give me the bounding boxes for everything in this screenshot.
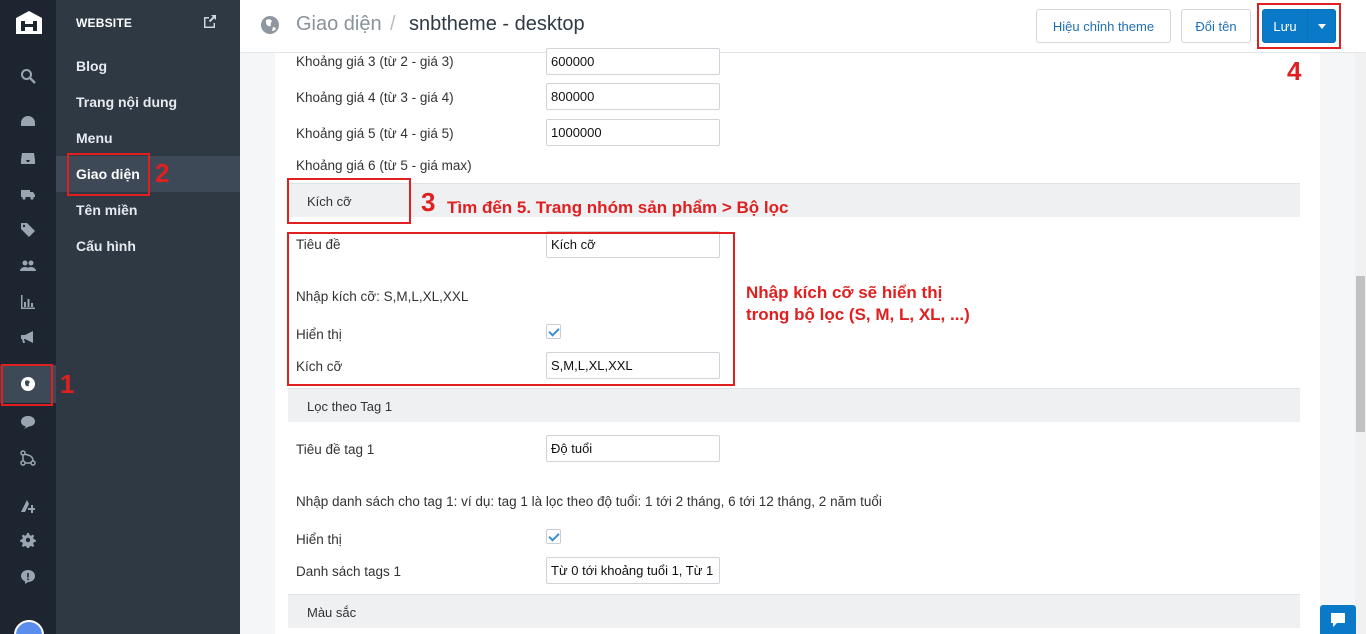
haravan-logo[interactable]: [12, 8, 46, 38]
sidebar-item-menu[interactable]: Menu: [56, 120, 240, 156]
tag-show-checkbox[interactable]: [546, 529, 561, 544]
tag-list-input[interactable]: Từ 0 tới khoảng tuổi 1, Từ 1: [546, 557, 720, 584]
price-range-6-label: Khoảng giá 6 (từ 5 - giá max): [296, 158, 472, 173]
search-icon[interactable]: [16, 64, 40, 88]
gear-icon[interactable]: [16, 528, 40, 552]
inbox-icon[interactable]: [16, 146, 40, 170]
annotation-number-1: 1: [60, 369, 75, 399]
tag-title-label: Tiêu đề tag 1: [296, 442, 375, 457]
tag-section-title: Lọc theo Tag 1: [307, 399, 393, 414]
sidebar-item-settings[interactable]: Cấu hình: [56, 228, 240, 264]
rename-button[interactable]: Đổi tên: [1181, 9, 1251, 43]
tag-icon[interactable]: [16, 218, 40, 242]
annotation-number-2: 2: [155, 158, 170, 188]
annotation-box-1: [1, 364, 53, 406]
page-title: snbtheme - desktop: [409, 13, 585, 35]
page-header: Giao diện / snbtheme - desktop Hiệu chỉn…: [240, 0, 1366, 53]
annotation-step-3-text: Tìm đến 5. Trang nhóm sản phẩm > Bộ lọc: [447, 198, 789, 217]
price-range-3-input[interactable]: 600000: [546, 48, 720, 75]
dashboard-icon[interactable]: [16, 110, 40, 134]
external-link-icon[interactable]: [203, 14, 217, 28]
annotation-box-2: [67, 153, 150, 196]
flow-icon[interactable]: [16, 446, 40, 470]
tag-list-label: Danh sách tags 1: [296, 564, 402, 579]
chat-icon[interactable]: [16, 410, 40, 434]
color-section-header[interactable]: Màu sắc: [288, 594, 1300, 628]
price-range-4-label: Khoảng giá 4 (từ 3 - giá 4): [296, 90, 454, 105]
apps-icon[interactable]: [16, 494, 40, 518]
edit-theme-button[interactable]: Hiệu chỉnh theme: [1036, 9, 1171, 43]
tag-section-header[interactable]: Lọc theo Tag 1: [288, 388, 1300, 422]
sidebar-header: WEBSITE: [76, 16, 133, 30]
size-section-header[interactable]: Kích cỡ: [288, 183, 1300, 217]
price-range-5-input[interactable]: 1000000: [546, 119, 720, 146]
annotation-box-size-fields: [287, 232, 735, 386]
sidebar-item-pages[interactable]: Trang nội dung: [56, 84, 240, 120]
annotation-box-4: [1257, 3, 1341, 49]
annotation-box-3: [287, 178, 411, 224]
scrollbar-thumb[interactable]: [1356, 276, 1365, 432]
user-avatar[interactable]: [14, 620, 44, 634]
app-window: WEBSITE Blog Trang nội dung Menu Giao di…: [0, 0, 1366, 634]
megaphone-icon[interactable]: [16, 325, 40, 349]
annotation-note-line-2: trong bộ lọc (S, M, L, XL, ...): [746, 305, 970, 324]
annotation-number-3: 3: [421, 187, 436, 217]
price-range-3-label: Khoảng giá 3 (từ 2 - giá 3): [296, 54, 454, 69]
chat-bubble-icon: [1331, 612, 1345, 627]
tag-title-input[interactable]: Độ tuổi: [546, 435, 720, 462]
help-icon[interactable]: [16, 565, 40, 589]
price-range-5-label: Khoảng giá 5 (từ 4 - giá 5): [296, 126, 454, 141]
truck-icon[interactable]: [16, 182, 40, 206]
tag-hint-text: Nhập danh sách cho tag 1: ví dụ: tag 1 l…: [296, 494, 882, 509]
price-range-4-input[interactable]: 800000: [546, 83, 720, 110]
breadcrumb-root[interactable]: Giao diện: [296, 13, 382, 36]
annotation-number-4: 4: [1287, 56, 1302, 86]
breadcrumb-separator: /: [390, 13, 396, 35]
website-sidebar: WEBSITE Blog Trang nội dung Menu Giao di…: [56, 0, 240, 634]
annotation-note-line-1: Nhập kích cỡ sẽ hiển thị: [746, 283, 943, 302]
users-icon[interactable]: [16, 254, 40, 278]
globe-icon: [260, 15, 280, 35]
color-section-title: Màu sắc: [307, 605, 357, 620]
chart-icon[interactable]: [16, 290, 40, 314]
sidebar-item-blog[interactable]: Blog: [56, 48, 240, 84]
icon-rail: [0, 0, 56, 634]
tag-show-label: Hiển thị: [296, 532, 342, 547]
chat-widget-button[interactable]: [1320, 605, 1356, 634]
sidebar-item-domains[interactable]: Tên miền: [56, 192, 240, 228]
